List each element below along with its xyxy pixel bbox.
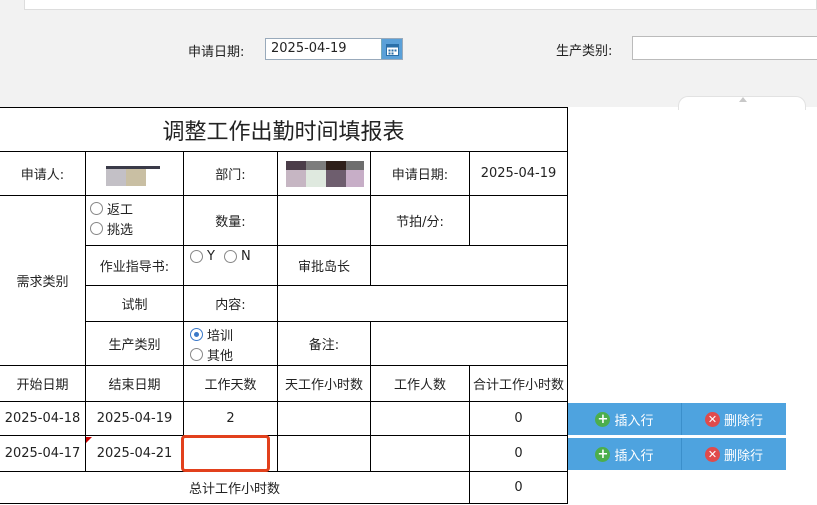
dept-field[interactable] (278, 152, 371, 196)
close-icon: ✕ (704, 411, 720, 427)
guide-label: 作业指导书: (86, 246, 184, 286)
filter-prod-type-input[interactable] (632, 36, 817, 60)
delete-row-button-2[interactable]: ✕ 删除行 (681, 438, 786, 470)
row1-days[interactable]: 2 (184, 402, 278, 436)
content-label: 内容: (184, 286, 278, 322)
plus-icon: + (595, 446, 611, 462)
radio-icon[interactable] (190, 348, 203, 361)
demand-type-options: 返工 挑选 (86, 196, 184, 246)
guide-options: Y N (184, 246, 278, 286)
col-header-days: 工作天数 (184, 366, 278, 402)
filter-prod-type-label: 生产类别: (556, 44, 613, 59)
filter-apply-date-label: 申请日期: (188, 45, 245, 60)
col-header-end: 结束日期 (86, 366, 184, 402)
prod-type-label: 生产类别 (86, 322, 184, 366)
row1-hours-per-day[interactable] (278, 402, 371, 436)
calendar-icon[interactable] (381, 39, 402, 59)
filter-apply-date-value: 2025-04-19 (271, 41, 347, 56)
filter-apply-date-input[interactable]: 2025-04-19 (265, 38, 403, 60)
dept-avatar (286, 161, 364, 187)
attendance-form: 调整工作出勤时间填报表 申请人: 部门: 申请日期: 2025-04-19 需求… (0, 107, 568, 505)
qty-label: 数量: (184, 196, 278, 246)
col-header-total-hours: 合计工作小时数 (470, 366, 568, 402)
prod-type-options: 培训 其他 (184, 322, 278, 366)
row2-end[interactable]: 2025-04-21 (86, 436, 184, 472)
row2-total-hours: 0 (470, 436, 568, 472)
radio-icon[interactable] (90, 222, 103, 235)
top-strip (24, 0, 817, 10)
filter-bar: 申请日期: 2025-04-19 生产类别: (0, 0, 817, 107)
insert-row-button-1[interactable]: + 插入行 (568, 403, 681, 435)
takt-input[interactable] (470, 196, 568, 246)
other-option[interactable]: 其他 (190, 345, 233, 364)
edit-marker (86, 437, 92, 443)
row1-workers[interactable] (371, 402, 470, 436)
radio-checked-icon[interactable] (190, 328, 203, 341)
applicant-field[interactable] (86, 152, 184, 196)
apply-date-label: 申请日期: (371, 152, 470, 196)
insert-row-button-2[interactable]: + 插入行 (568, 438, 681, 470)
row2-workers[interactable] (371, 436, 470, 472)
row2-start[interactable]: 2025-04-17 (0, 436, 86, 472)
col-header-start: 开始日期 (0, 366, 86, 402)
apply-date-value[interactable]: 2025-04-19 (470, 152, 568, 196)
approver-input[interactable] (371, 246, 568, 286)
radio-icon[interactable] (224, 250, 237, 263)
col-header-hours-per-day: 天工作小时数 (278, 366, 371, 402)
row1-total-hours: 0 (470, 402, 568, 436)
rework-option[interactable]: 返工 (90, 199, 133, 218)
total-hours-value: 0 (470, 472, 568, 504)
close-icon: ✕ (704, 446, 720, 462)
qty-input[interactable] (278, 196, 371, 246)
demand-type-label: 需求类别 (0, 196, 86, 366)
plus-icon: + (595, 411, 611, 427)
applicant-avatar (106, 166, 160, 186)
row1-start[interactable]: 2025-04-18 (0, 402, 86, 436)
pick-option[interactable]: 挑选 (90, 219, 133, 238)
remark-label: 备注: (278, 322, 371, 366)
radio-icon[interactable] (190, 250, 203, 263)
remark-input[interactable] (371, 322, 568, 366)
training-option[interactable]: 培训 (190, 325, 233, 344)
dept-label: 部门: (184, 152, 278, 196)
col-header-workers: 工作人数 (371, 366, 470, 402)
trial-label: 试制 (86, 286, 184, 322)
total-hours-label: 总计工作小时数 (0, 472, 470, 504)
delete-row-button-1[interactable]: ✕ 删除行 (681, 403, 786, 435)
no-option[interactable]: N (224, 249, 251, 264)
focused-cell-highlight (181, 435, 270, 472)
radio-icon[interactable] (90, 202, 103, 215)
yes-option[interactable]: Y (190, 249, 215, 264)
row2-hours-per-day[interactable] (278, 436, 371, 472)
takt-label: 节拍/分: (371, 196, 470, 246)
content-input[interactable] (278, 286, 568, 322)
chevron-up-icon (739, 97, 747, 102)
form-title: 调整工作出勤时间填报表 (0, 108, 568, 152)
approver-label: 审批岛长 (278, 246, 371, 286)
row1-end[interactable]: 2025-04-19 (86, 402, 184, 436)
applicant-label: 申请人: (0, 152, 86, 196)
